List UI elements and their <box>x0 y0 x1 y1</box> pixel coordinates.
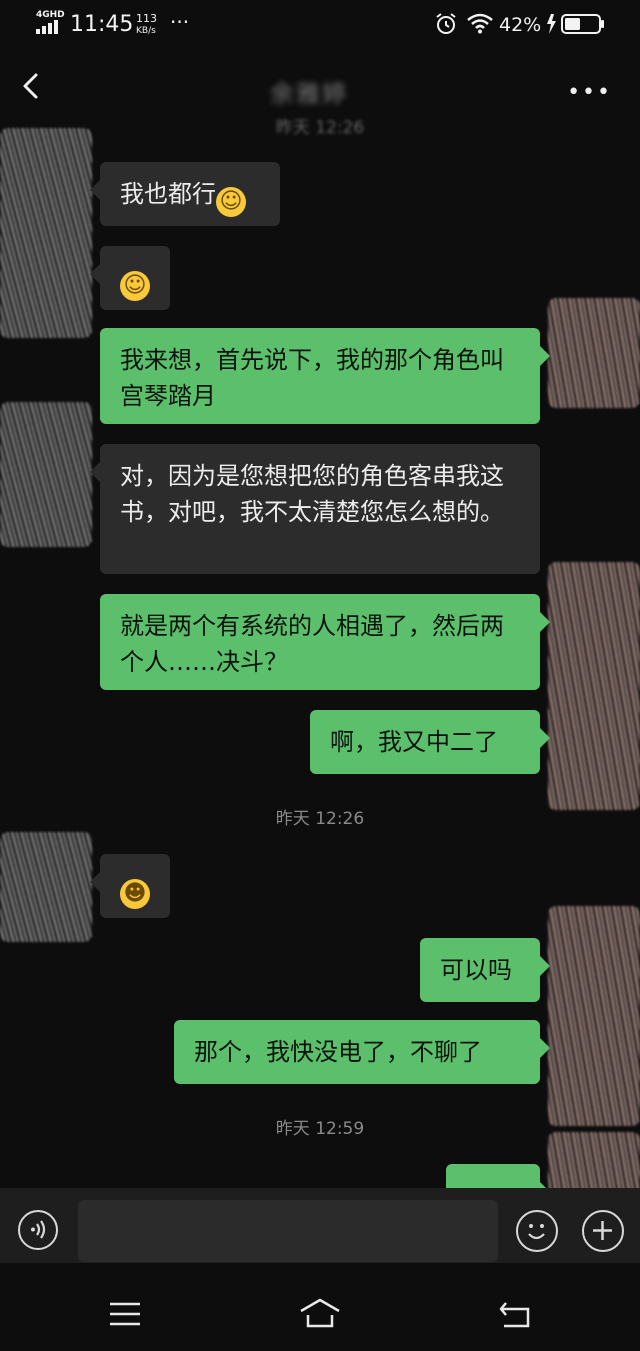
grin-emoji-icon: ☻ <box>120 879 150 909</box>
battery-icon <box>547 14 604 34</box>
back-icon[interactable] <box>498 1299 532 1329</box>
message-bubble-outgoing[interactable] <box>446 1164 550 1188</box>
message-text: 对，因为是您想把您的角色客串我这书，对吧，我不太清楚您怎么想的。 <box>120 462 504 526</box>
home-icon[interactable] <box>298 1297 342 1329</box>
message-text: 可以吗 <box>440 956 512 984</box>
speed-unit: KB/s <box>136 26 156 36</box>
message-bubble-outgoing[interactable]: 啊，我又中二了 <box>310 710 550 774</box>
voice-input-icon[interactable] <box>18 1210 58 1250</box>
chat-title: 余雅婷 <box>270 80 348 108</box>
wifi-icon <box>467 13 493 34</box>
battery-percent: 42% <box>499 14 542 36</box>
message-bubble-incoming[interactable]: 我也都行 ☺ <box>90 162 280 226</box>
message-bubble-outgoing[interactable]: 就是两个有系统的人相遇了，然后两个人……决斗？ <box>100 594 550 690</box>
message-bubble-incoming[interactable]: ☻ <box>90 854 170 918</box>
input-bar <box>0 1188 640 1263</box>
emoji-button-icon[interactable] <box>516 1210 558 1252</box>
more-options-icon[interactable]: ••• <box>567 80 612 105</box>
network-type: 4GHD <box>36 10 65 20</box>
message-bubble-outgoing[interactable]: 那个，我快没电了，不聊了 <box>174 1020 550 1084</box>
signal-icon <box>36 20 58 34</box>
message-input[interactable] <box>78 1200 498 1262</box>
message-bubble-incoming[interactable]: ☺ <box>90 246 170 310</box>
status-bar: 4GHD 11:45 113 KB/s ··· 42% <box>0 0 640 50</box>
clock: 11:45 <box>70 12 134 37</box>
contact-avatar[interactable] <box>0 402 92 547</box>
message-text: 就是两个有系统的人相遇了，然后两个人……决斗？ <box>120 612 504 676</box>
message-bubble-outgoing[interactable]: 可以吗 <box>420 938 550 1002</box>
message-text: 我也都行 <box>120 180 216 208</box>
my-avatar[interactable] <box>548 906 640 1126</box>
my-avatar[interactable] <box>548 1132 640 1188</box>
message-text: 那个，我快没电了，不聊了 <box>194 1038 482 1066</box>
timestamp: 昨天 12:59 <box>275 1119 365 1139</box>
message-list[interactable]: 昨天 12:26 我也都行 ☺ ☺ 我来想，首先说下，我的那个角色叫宫琴踏月 对，… <box>0 110 640 1188</box>
smile-emoji-icon: ☺ <box>216 187 246 217</box>
message-text: 啊，我又中二了 <box>330 728 498 756</box>
contact-avatar[interactable] <box>0 832 92 942</box>
alarm-icon <box>436 13 456 34</box>
message-bubble-incoming[interactable]: 对，因为是您想把您的角色客串我这书，对吧，我不太清楚您怎么想的。 <box>90 444 540 574</box>
my-avatar[interactable] <box>548 562 640 810</box>
back-arrow-icon[interactable] <box>18 72 46 100</box>
timestamp: 昨天 12:26 <box>275 809 365 829</box>
my-avatar[interactable] <box>548 298 640 408</box>
plus-button-icon[interactable] <box>582 1210 624 1252</box>
status-more-icon: ··· <box>170 10 190 34</box>
message-text: 我来想，首先说下，我的那个角色叫宫琴踏月 <box>120 346 504 410</box>
system-nav-bar <box>0 1263 640 1351</box>
speed-value: 113 <box>136 12 157 25</box>
message-bubble-outgoing[interactable]: 我来想，首先说下，我的那个角色叫宫琴踏月 <box>100 328 550 424</box>
menu-icon[interactable] <box>108 1301 142 1327</box>
contact-avatar[interactable] <box>0 128 92 338</box>
timestamp: 昨天 12:26 <box>275 118 365 138</box>
smile-emoji-icon: ☺ <box>120 271 150 301</box>
